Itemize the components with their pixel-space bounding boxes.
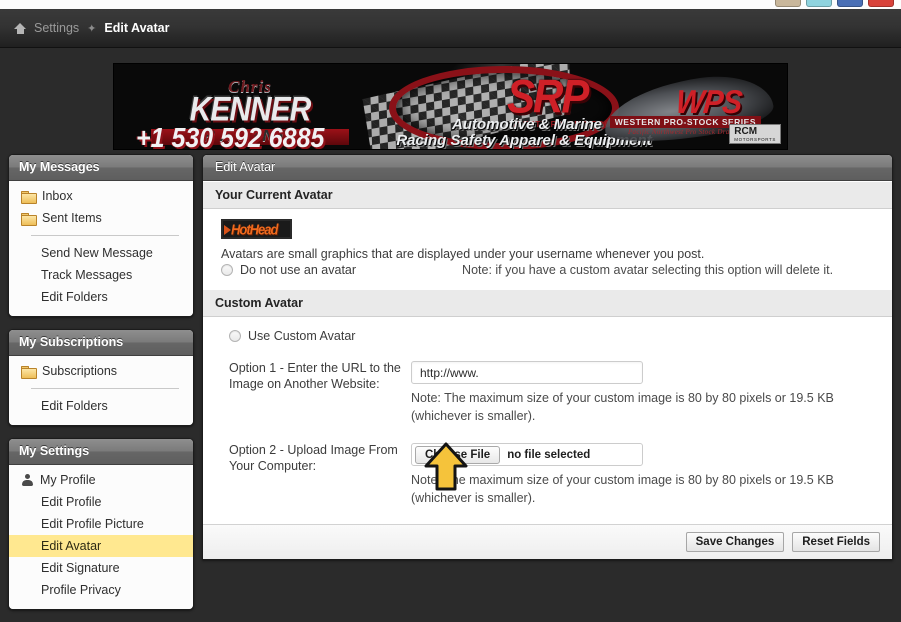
sidebar-item-label: Sent Items: [42, 211, 102, 225]
option-1-label: Option 1 - Enter the URL to the Image on…: [229, 361, 401, 391]
sidebar-item-label: Subscriptions: [42, 364, 118, 378]
sidebar-item-label: Profile Privacy: [41, 583, 121, 597]
avatar-url-input[interactable]: [411, 361, 643, 384]
sidebar-item-inbox[interactable]: Inbox: [9, 185, 193, 207]
section-heading-current-avatar: Your Current Avatar: [203, 181, 892, 209]
sidebar-panel-messages-title: My Messages: [9, 155, 193, 181]
choose-file-button[interactable]: Choose File: [415, 445, 501, 464]
save-changes-button[interactable]: Save Changes: [685, 531, 785, 552]
main-content-panel: Edit Avatar Your Current Avatar HotHead …: [202, 154, 893, 560]
sidebar-item-label: Edit Signature: [41, 561, 120, 575]
sidebar-item-send-new-message[interactable]: Send New Message: [9, 242, 193, 264]
radio-do-not-use-avatar[interactable]: [221, 264, 233, 276]
sidebar-item-label: Edit Avatar: [41, 539, 102, 553]
use-custom-avatar-row[interactable]: Use Custom Avatar: [229, 329, 880, 343]
avatar-logo-text: HotHead: [231, 221, 278, 238]
sidebar-panel-settings-body: My Profile Edit Profile Edit Profile Pic…: [9, 465, 193, 609]
user-icon: [21, 474, 33, 486]
option-2-row: Option 2 - Upload Image From Your Comput…: [215, 443, 880, 507]
sidebar-item-edit-folders-messages[interactable]: Edit Folders: [9, 286, 193, 308]
section-body-custom-avatar: Use Custom Avatar Option 1 - Enter the U…: [203, 317, 892, 524]
current-avatar-image: HotHead: [221, 219, 292, 239]
browser-chrome-sliver: [0, 0, 901, 9]
chrome-chip-1: [775, 0, 801, 7]
sidebar-panel-settings-title: My Settings: [9, 439, 193, 465]
breadcrumb: Settings ✦ Edit Avatar: [14, 21, 169, 35]
sidebar-item-label: Edit Profile Picture: [41, 517, 144, 531]
sidebar-item-label: Edit Profile: [41, 495, 102, 509]
home-icon[interactable]: [14, 22, 26, 34]
sidebar-item-subscriptions[interactable]: Subscriptions: [9, 360, 193, 382]
section-heading-custom-avatar: Custom Avatar: [203, 289, 892, 317]
sidebar-item-edit-avatar[interactable]: Edit Avatar: [9, 535, 193, 557]
breadcrumb-current: Edit Avatar: [104, 21, 170, 35]
sidebar-divider: [31, 235, 179, 236]
radio-use-custom-avatar[interactable]: [229, 330, 241, 342]
sidebar-item-label: My Profile: [40, 473, 96, 487]
banner-phone-number: +1 530 592 6885: [136, 122, 325, 150]
sidebar-item-sent-items[interactable]: Sent Items: [9, 207, 193, 229]
banner-rcm-logo: RCM MOTORSPORTS: [729, 124, 781, 144]
breadcrumb-separator-icon: ✦: [87, 22, 97, 35]
sidebar-item-edit-folders-subscriptions[interactable]: Edit Folders: [9, 395, 193, 417]
sidebar-item-edit-signature[interactable]: Edit Signature: [9, 557, 193, 579]
file-selection-status: no file selected: [507, 448, 591, 461]
option-2-label: Option 2 - Upload Image From Your Comput…: [229, 443, 398, 473]
sidebar-item-profile-privacy[interactable]: Profile Privacy: [9, 579, 193, 601]
sidebar-panel-messages-body: Inbox Sent Items Send New Message Track …: [9, 181, 193, 316]
banner-rcm-text: RCM: [734, 126, 758, 137]
top-navigation-bar: Settings ✦ Edit Avatar: [0, 9, 901, 48]
main-panel-title: Edit Avatar: [203, 155, 892, 181]
sidebar-item-label: Track Messages: [41, 268, 133, 282]
sidebar: My Messages Inbox Sent Items Send New Me…: [8, 154, 194, 622]
sidebar-panel-settings: My Settings My Profile Edit Profile Edit…: [8, 438, 194, 610]
reset-fields-button[interactable]: Reset Fields: [792, 531, 880, 552]
banner-ad-region: Chris KENNER RACING +1 530 592 6885 SRP …: [0, 56, 901, 154]
option-1-field-group: Note: The maximum size of your custom im…: [411, 361, 880, 425]
avatar-arrow-decoration: [224, 225, 231, 235]
sidebar-item-edit-profile-picture[interactable]: Edit Profile Picture: [9, 513, 193, 535]
folder-icon: [21, 190, 37, 204]
do-not-use-avatar-row[interactable]: Do not use an avatar Note: if you have a…: [221, 263, 880, 277]
sidebar-item-label: Edit Folders: [41, 399, 108, 413]
sidebar-panel-subscriptions: My Subscriptions Subscriptions Edit Fold…: [8, 329, 194, 426]
sidebar-item-my-profile[interactable]: My Profile: [9, 469, 193, 491]
option-2-note: Note: The maximum size of your custom im…: [411, 473, 834, 506]
do-not-use-avatar-note: Note: if you have a custom avatar select…: [462, 263, 834, 277]
banner-ad-image[interactable]: Chris KENNER RACING +1 530 592 6885 SRP …: [113, 63, 788, 150]
section-body-current-avatar: HotHead Avatars are small graphics that …: [203, 209, 892, 289]
radio-do-not-use-avatar-label: Do not use an avatar: [240, 263, 357, 277]
chrome-chip-2: [806, 0, 832, 7]
chrome-chip-4: [868, 0, 894, 7]
file-upload-control[interactable]: Choose File no file selected: [411, 443, 643, 467]
option-1-row: Option 1 - Enter the URL to the Image on…: [215, 361, 880, 425]
main-panel-footer: Save Changes Reset Fields: [203, 523, 892, 559]
folder-icon: [21, 212, 37, 226]
sidebar-panel-messages: My Messages Inbox Sent Items Send New Me…: [8, 154, 194, 317]
sidebar-item-label: Edit Folders: [41, 290, 108, 304]
sidebar-item-label: Inbox: [42, 189, 73, 203]
sidebar-panel-subscriptions-title: My Subscriptions: [9, 330, 193, 356]
sidebar-item-label: Send New Message: [41, 246, 153, 260]
sidebar-divider: [31, 388, 179, 389]
breadcrumb-settings[interactable]: Settings: [34, 21, 79, 35]
chrome-chip-3: [837, 0, 863, 7]
banner-rcm-subtext: MOTORSPORTS: [734, 137, 776, 142]
avatar-description: Avatars are small graphics that are disp…: [221, 247, 705, 261]
sidebar-panel-subscriptions-body: Subscriptions Edit Folders: [9, 356, 193, 425]
radio-use-custom-avatar-label: Use Custom Avatar: [248, 329, 356, 343]
option-2-field-group: Choose File no file selected Note: The m…: [411, 443, 880, 507]
sidebar-item-track-messages[interactable]: Track Messages: [9, 264, 193, 286]
option-1-note: Note: The maximum size of your custom im…: [411, 391, 834, 424]
sidebar-item-edit-profile[interactable]: Edit Profile: [9, 491, 193, 513]
folder-icon: [21, 365, 37, 379]
